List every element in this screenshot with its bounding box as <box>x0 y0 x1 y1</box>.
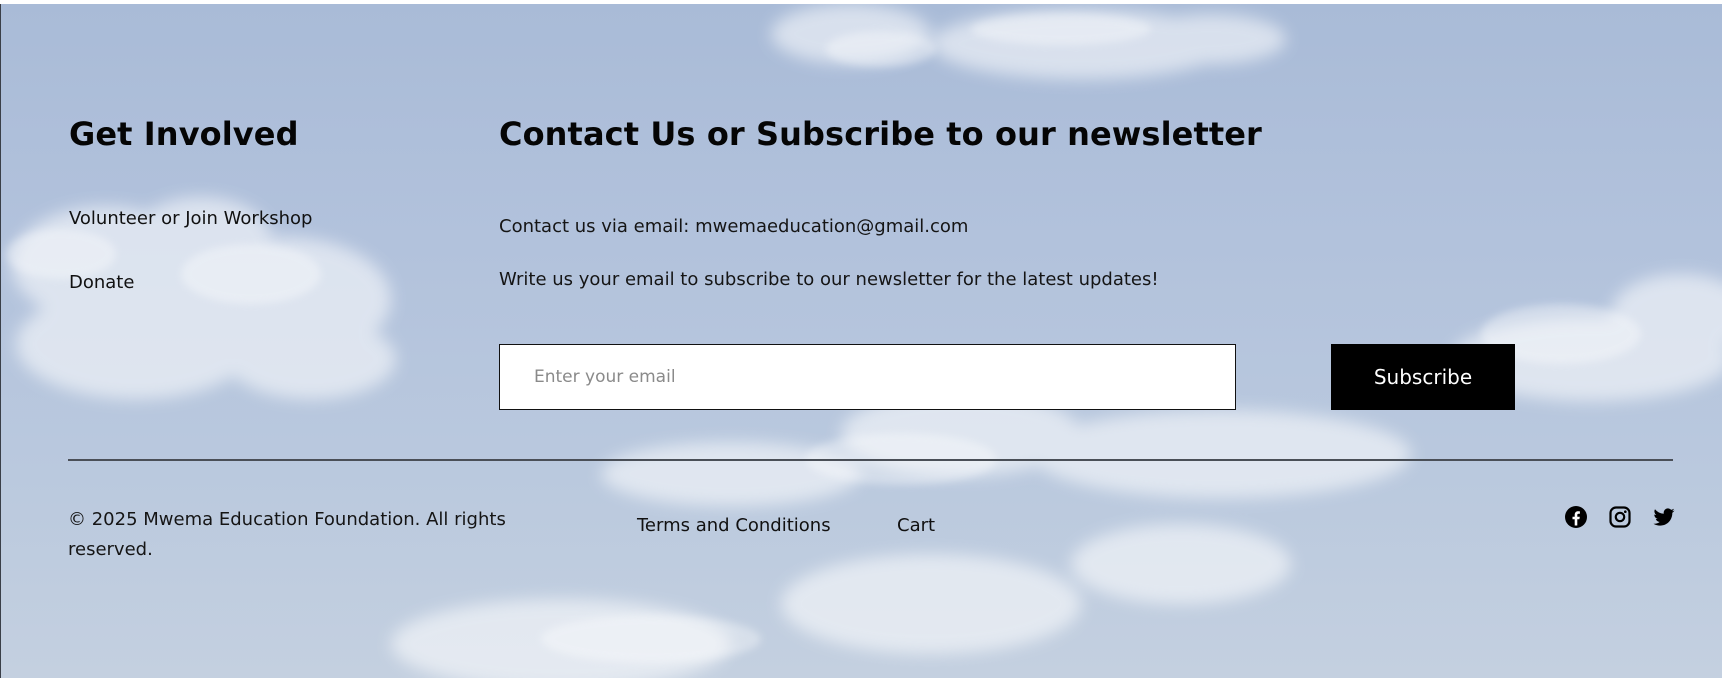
facebook-icon[interactable] <box>1564 505 1588 529</box>
instagram-icon-glyph <box>1609 506 1631 528</box>
newsletter-prompt: Write us your email to subscribe to our … <box>499 269 1159 290</box>
volunteer-link[interactable]: Volunteer or Join Workshop <box>69 208 312 230</box>
terms-link[interactable]: Terms and Conditions <box>637 515 831 537</box>
facebook-icon-glyph <box>1565 506 1587 528</box>
get-involved-heading: Get Involved <box>69 115 299 153</box>
subscribe-button[interactable]: Subscribe <box>1331 344 1515 410</box>
donate-link[interactable]: Donate <box>69 272 134 294</box>
site-footer <box>1 4 1722 678</box>
cloud-background <box>6 4 1722 678</box>
page: Get Involved Volunteer or Join Workshop … <box>0 0 1722 678</box>
contact-email-text: Contact us via email: mwemaeducation@gma… <box>499 216 969 237</box>
twitter-icon-glyph <box>1653 508 1675 526</box>
twitter-icon[interactable] <box>1652 505 1676 529</box>
copyright-text: © 2025 Mwema Education Foundation. All r… <box>68 509 506 560</box>
newsletter-email-input[interactable] <box>499 344 1236 410</box>
cart-link[interactable]: Cart <box>897 515 935 537</box>
contact-heading: Contact Us or Subscribe to our newslette… <box>499 115 1262 153</box>
footer-divider <box>68 459 1673 461</box>
instagram-icon[interactable] <box>1608 505 1632 529</box>
